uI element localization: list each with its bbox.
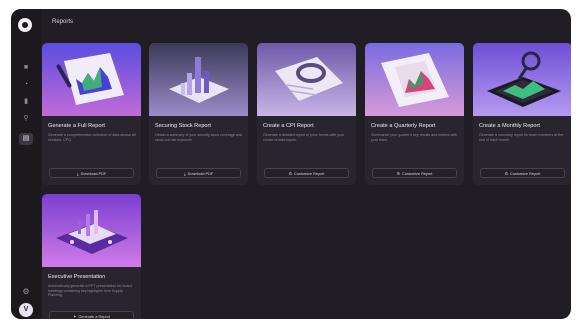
report-title: Securing Stock Report [155,123,211,129]
report-thumbnail [149,43,248,116]
report-description: Automatically generate a PPT presentatio… [48,284,132,298]
button-label: Customize Report [510,172,541,176]
report-thumbnail [42,194,141,267]
report-title: Create a Quarterly Report [371,123,436,129]
customize-report-button[interactable]: ⚙ Customize Report [480,168,565,178]
report-card[interactable]: Generate a Full Report Generate a compre… [42,43,141,185]
report-illustration-icon [365,43,464,116]
customize-report-button[interactable]: ⚙ Customize Report [264,168,349,178]
nav-home-icon[interactable]: ■ [19,62,33,74]
download-pdf-button[interactable]: ⤓ Download PDF [49,168,134,178]
button-label: Download PDF [187,172,214,176]
report-card[interactable]: Executive Presentation Automatically gen… [42,194,141,319]
generate-icon: ✦ [73,314,77,319]
report-description: Summarize your quarter's key results and… [371,133,458,142]
settings-icon[interactable]: ⚙ [19,285,33,299]
generate-report-button[interactable]: ✦ Generate a Report [49,311,134,319]
download-pdf-button[interactable]: ⤓ Download PDF [156,168,241,178]
report-description: Generate a comprehensive collection of d… [48,133,136,142]
report-title: Generate a Full Report [48,123,105,129]
nav-chart-icon[interactable]: ◔ [19,79,33,91]
nav-bar-chart-icon[interactable]: ▮ [19,96,33,108]
report-title: Create a CPI Report [263,123,314,129]
report-description: Generate a summary report for team membe… [479,133,564,142]
report-illustration-icon [149,43,248,116]
download-icon: ⤓ [183,171,186,176]
user-avatar[interactable]: V [19,303,33,317]
report-illustration-icon [257,43,356,116]
button-label: Generate a Report [78,315,110,319]
report-thumbnail [473,43,571,116]
customize-icon: ⚙ [396,171,401,176]
button-label: Customize Report [402,172,433,176]
report-card[interactable]: Create a CPI Report Generate a detailed … [257,43,356,185]
button-label: Customize Report [294,172,325,176]
report-title: Executive Presentation [48,274,106,280]
report-description: Generate a detailed report of price tren… [263,133,345,142]
report-illustration-icon [42,43,141,116]
report-description: Obtain a summary of your security stock … [155,133,242,142]
report-card[interactable]: Create a Monthly Report Generate a summa… [473,43,571,185]
report-card[interactable]: Securing Stock Report Obtain a summary o… [149,43,248,185]
report-title: Create a Monthly Report [479,123,540,129]
report-thumbnail [42,43,141,116]
sidebar: ■ ◔ ▮ ⚲ ▤ ⚙ V [11,9,41,319]
report-thumbnail [365,43,464,116]
button-label: Download PDF [80,172,107,176]
report-thumbnail [257,43,356,116]
customize-icon: ⚙ [504,171,509,176]
customize-report-button[interactable]: ⚙ Customize Report [372,168,457,178]
nav-location-icon[interactable]: ⚲ [19,113,33,125]
app-window: ■ ◔ ▮ ⚲ ▤ ⚙ V Reports Generate a Full Re… [11,9,571,319]
report-illustration-icon [473,43,571,116]
report-illustration-icon [42,194,141,267]
app-logo[interactable] [18,18,32,32]
page-title: Reports [52,19,74,25]
report-card[interactable]: Create a Quarterly Report Summarize your… [365,43,464,185]
download-icon: ⤓ [76,171,79,176]
customize-icon: ⚙ [288,171,293,176]
nav-reports-icon[interactable]: ▤ [19,133,33,145]
